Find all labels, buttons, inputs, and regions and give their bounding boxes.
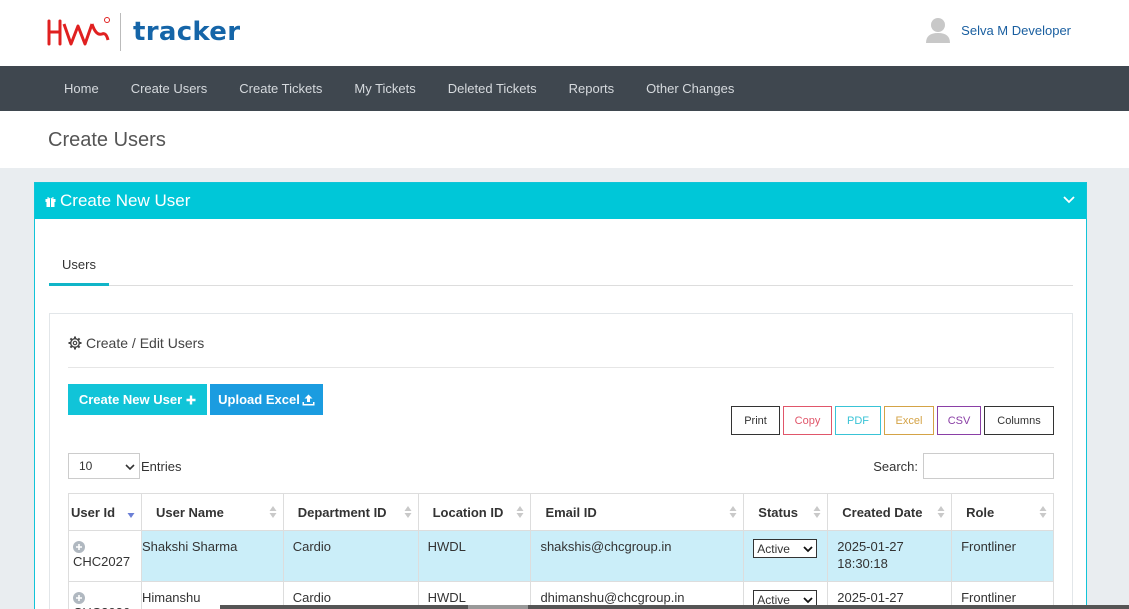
- cell-status: Active: [743, 530, 829, 582]
- cell-location: HWDL: [417, 530, 532, 582]
- cell-role: Frontliner: [951, 530, 1054, 582]
- user-name: Selva M Developer: [961, 22, 1071, 38]
- user-menu[interactable]: Selva M Developer: [925, 16, 1071, 44]
- page-title: Create Users: [48, 129, 166, 151]
- cell-user-name: Shakshi Sharma: [140, 530, 284, 582]
- plus-icon: [186, 395, 196, 404]
- panel-title: Create New User: [60, 191, 191, 210]
- section-title: Create / Edit Users: [68, 335, 204, 351]
- chevron-down-icon: [803, 597, 813, 604]
- table-row[interactable]: CHC2027 Shakshi Sharma Cardio HWDL shaks…: [68, 530, 1054, 582]
- cell-user-id: CHC2026: [68, 581, 142, 609]
- entries-label: Entries: [141, 458, 182, 474]
- nav-create-tickets[interactable]: Create Tickets: [223, 81, 338, 96]
- pdf-button[interactable]: PDF: [835, 406, 881, 435]
- cell-department: Cardio: [282, 530, 419, 582]
- print-button[interactable]: Print: [731, 406, 780, 435]
- col-email-id[interactable]: Email ID: [530, 493, 745, 531]
- upload-icon: [302, 394, 315, 405]
- cell-created-date: 2025-01-27 18:30:18: [827, 530, 953, 582]
- sort-icon: [729, 506, 737, 518]
- nav-other-changes[interactable]: Other Changes: [630, 81, 750, 96]
- gift-icon: [45, 196, 56, 207]
- user-id-text: CHC2027: [73, 554, 131, 569]
- chevron-down-icon: [803, 546, 813, 553]
- users-section: Create / Edit Users Create New User Uplo…: [49, 313, 1073, 609]
- col-label: Role: [966, 504, 995, 520]
- section-divider: [68, 367, 1054, 368]
- tab-bar: Users: [49, 253, 1073, 286]
- col-status[interactable]: Status: [743, 493, 829, 531]
- horizontal-scrollbar[interactable]: [220, 605, 1129, 609]
- nav-reports[interactable]: Reports: [553, 81, 631, 96]
- col-role[interactable]: Role: [951, 493, 1054, 531]
- gear-icon: [68, 336, 82, 350]
- nav-home[interactable]: Home: [48, 81, 115, 96]
- expand-row-icon[interactable]: [73, 541, 85, 553]
- entries-select[interactable]: 10: [68, 453, 140, 479]
- brand-logo[interactable]: tracker: [46, 12, 240, 52]
- nav-create-users[interactable]: Create Users: [115, 81, 224, 96]
- status-select[interactable]: Active: [753, 539, 818, 558]
- scrollbar-thumb[interactable]: [468, 605, 528, 609]
- sort-icon: [516, 506, 524, 518]
- user-id-text: CHC2026: [73, 605, 130, 609]
- page-title-bar: Create Users: [0, 111, 1129, 168]
- upload-excel-button[interactable]: Upload Excel: [210, 384, 323, 415]
- col-label: Created Date: [842, 504, 923, 520]
- col-user-name[interactable]: User Name: [140, 493, 284, 531]
- nav-my-tickets[interactable]: My Tickets: [338, 81, 431, 96]
- col-user-id[interactable]: User Id: [68, 493, 142, 531]
- status-value: Active: [757, 541, 790, 556]
- sort-icon: [269, 506, 277, 518]
- columns-button[interactable]: Columns: [984, 406, 1054, 435]
- nav-deleted-tickets[interactable]: Deleted Tickets: [432, 81, 553, 96]
- excel-button[interactable]: Excel: [884, 406, 934, 435]
- create-new-user-label: Create New User: [78, 392, 183, 407]
- col-department-id[interactable]: Department ID: [282, 493, 419, 531]
- col-created-date[interactable]: Created Date: [827, 493, 953, 531]
- tab-users[interactable]: Users: [49, 253, 109, 286]
- table-header-row: User Id User Name Department ID Location…: [68, 493, 1054, 531]
- col-label: Email ID: [545, 504, 597, 520]
- top-header: tracker Selva M Developer: [0, 0, 1129, 66]
- entries-control: 10 Entries: [68, 453, 181, 479]
- col-location-id[interactable]: Location ID: [417, 493, 532, 531]
- cell-user-id: CHC2027: [68, 530, 142, 582]
- col-label: Location ID: [432, 504, 504, 520]
- col-label: Status: [758, 504, 799, 520]
- created-date: 2025-01-27: [837, 590, 904, 605]
- col-label: User Id: [71, 504, 116, 520]
- hw-logo-icon: [47, 17, 110, 46]
- search-control: Search:: [873, 453, 1054, 479]
- chevron-down-icon: [125, 464, 135, 471]
- created-time: 18:30:18: [837, 556, 888, 571]
- sort-desc-icon: [127, 513, 135, 518]
- copy-button[interactable]: Copy: [783, 406, 832, 435]
- user-avatar-icon: [926, 18, 951, 43]
- create-user-panel: Create New User Users Create / Edit User…: [34, 182, 1087, 609]
- col-label: Department ID: [297, 504, 387, 520]
- sort-icon: [813, 506, 821, 518]
- search-label: Search:: [873, 458, 918, 474]
- sort-icon: [404, 506, 412, 518]
- panel-header[interactable]: Create New User: [35, 183, 1086, 219]
- col-label: User Name: [155, 504, 224, 520]
- sort-icon: [937, 506, 945, 518]
- search-input[interactable]: [923, 453, 1054, 479]
- sort-icon: [1039, 506, 1047, 518]
- app-name: tracker: [133, 17, 241, 47]
- cell-email: shakshis@chcgroup.in: [530, 530, 745, 582]
- entries-value: 10: [79, 459, 93, 473]
- create-new-user-button[interactable]: Create New User: [68, 384, 207, 415]
- csv-button[interactable]: CSV: [937, 406, 981, 435]
- section-title-text: Create / Edit Users: [86, 335, 205, 351]
- users-table: User Id User Name Department ID Location…: [68, 493, 1054, 609]
- main-nav: Home Create Users Create Tickets My Tick…: [0, 66, 1129, 111]
- created-date: 2025-01-27: [837, 539, 904, 554]
- chevron-down-icon[interactable]: [1062, 193, 1076, 207]
- expand-row-icon[interactable]: [73, 592, 85, 604]
- upload-excel-label: Upload Excel: [218, 392, 300, 407]
- logo-divider: [120, 13, 121, 51]
